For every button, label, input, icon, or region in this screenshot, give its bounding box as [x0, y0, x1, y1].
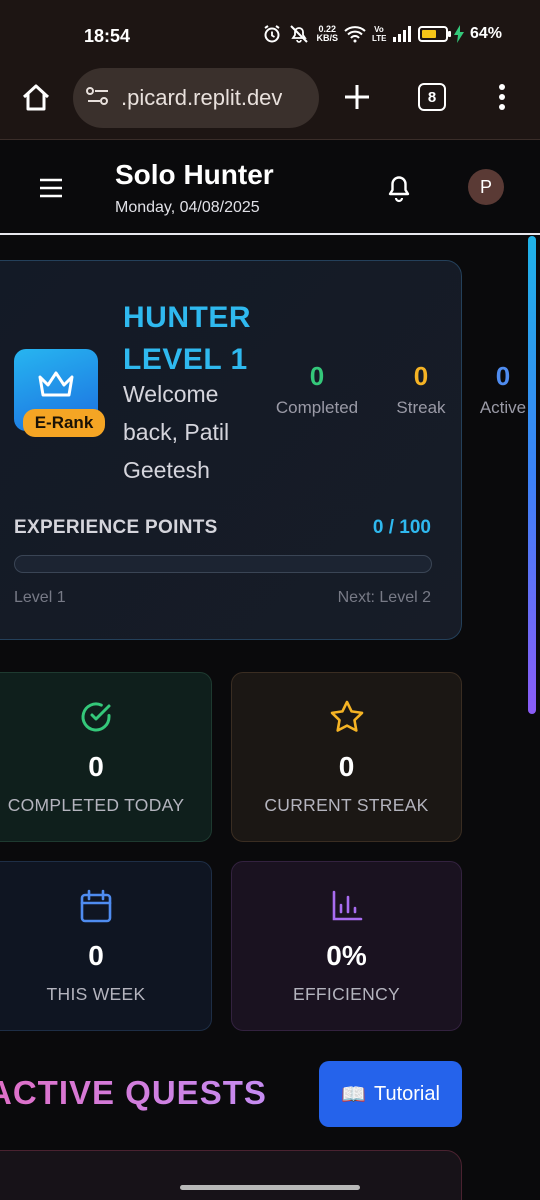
xp-label: EXPERIENCE POINTS: [14, 517, 218, 538]
notification-bell-icon[interactable]: [384, 171, 414, 203]
tile-value: 0: [88, 940, 104, 971]
browser-toolbar: .picard.replit.dev 8: [0, 66, 540, 140]
new-tab-icon[interactable]: [342, 82, 372, 112]
app-header: Solo Hunter Monday, 04/08/2025 P: [0, 141, 540, 233]
site-settings-icon[interactable]: [85, 85, 111, 112]
current-date: Monday, 04/08/2025: [115, 199, 260, 216]
tile-label: THIS WEEK: [46, 984, 146, 1004]
tutorial-label: Tutorial: [373, 1082, 440, 1105]
tile-label: CURRENT STREAK: [264, 795, 429, 815]
welcome-message: Welcome back, Patil Geetesh: [123, 381, 230, 483]
header-divider: [0, 233, 540, 235]
charging-icon: [453, 25, 464, 43]
current-level-label: Level 1: [14, 589, 66, 606]
battery-percent: 64%: [469, 25, 502, 42]
mini-stat-label: Active: [479, 398, 527, 417]
mute-icon: [288, 24, 310, 44]
quest-card[interactable]: [0, 1150, 462, 1200]
calendar-icon: [78, 888, 114, 929]
star-icon: [329, 699, 365, 740]
tile-value: 0: [88, 751, 104, 782]
home-icon[interactable]: [20, 82, 52, 114]
crown-icon: [38, 371, 74, 397]
tile-completed-today: 0 COMPLETED TODAY: [0, 672, 212, 842]
alarm-icon: [262, 24, 282, 44]
wifi-icon: [344, 25, 366, 43]
tile-value: 0%: [326, 940, 367, 971]
user-avatar[interactable]: P: [468, 169, 504, 205]
battery-icon: [417, 26, 451, 42]
tile-current-streak: 0 CURRENT STREAK: [231, 672, 462, 842]
mini-stat-label: Streak: [396, 398, 446, 417]
tutorial-button[interactable]: 📖 Tutorial: [319, 1061, 462, 1127]
signal-icon: [392, 26, 412, 42]
system-status-bar: 18:54 0.22 KB/S Vo LTE 64%: [0, 0, 540, 66]
gesture-navigation-bar[interactable]: [180, 1185, 360, 1190]
tab-switcher-button[interactable]: 8: [418, 83, 446, 111]
network-speed: 0.22 KB/S: [316, 24, 338, 43]
mini-stat-completed: 0 Completed: [266, 361, 368, 418]
volte-indicator: Vo LTE: [371, 25, 387, 43]
status-icons: 0.22 KB/S Vo LTE 64%: [262, 24, 502, 44]
next-level-label: Next: Level 2: [337, 589, 431, 606]
tile-label: EFFICIENCY: [292, 984, 401, 1004]
hunter-level-title: HUNTER LEVEL 1: [123, 301, 251, 376]
mini-stat-active: 0 Active: [473, 361, 533, 418]
mini-stat-label: Completed: [275, 398, 359, 417]
page-title: Solo Hunter: [115, 159, 274, 190]
more-menu-icon[interactable]: [490, 82, 514, 112]
tile-value: 0: [338, 751, 355, 782]
url-text[interactable]: .picard.replit.dev: [121, 85, 282, 111]
hunter-profile-card: E-Rank HUNTER LEVEL 1 Welcome back, Pati…: [0, 260, 526, 640]
tile-efficiency: 0% EFFICIENCY: [231, 861, 462, 1031]
xp-value: 0 / 100: [372, 517, 431, 538]
xp-progress-bar: [14, 555, 432, 573]
mini-stat-streak: 0 Streak: [386, 361, 456, 418]
hamburger-menu-icon[interactable]: [38, 177, 64, 199]
rank-label: E-Rank: [23, 409, 105, 437]
active-quests-heading: ACTIVE QUESTS: [0, 1074, 267, 1112]
status-time: 18:54: [84, 26, 131, 46]
mini-stat-value: 0: [413, 361, 429, 391]
tile-this-week: 0 THIS WEEK: [0, 861, 212, 1031]
page-scrollbar[interactable]: [528, 236, 536, 714]
book-icon: 📖: [341, 1083, 366, 1106]
bar-chart-icon: [329, 888, 365, 929]
tile-label: COMPLETED TODAY: [7, 795, 185, 815]
mini-stat-value: 0: [495, 361, 511, 391]
address-bar[interactable]: .picard.replit.dev: [73, 68, 319, 128]
mini-stat-value: 0: [309, 361, 325, 391]
check-circle-icon: [78, 699, 114, 740]
